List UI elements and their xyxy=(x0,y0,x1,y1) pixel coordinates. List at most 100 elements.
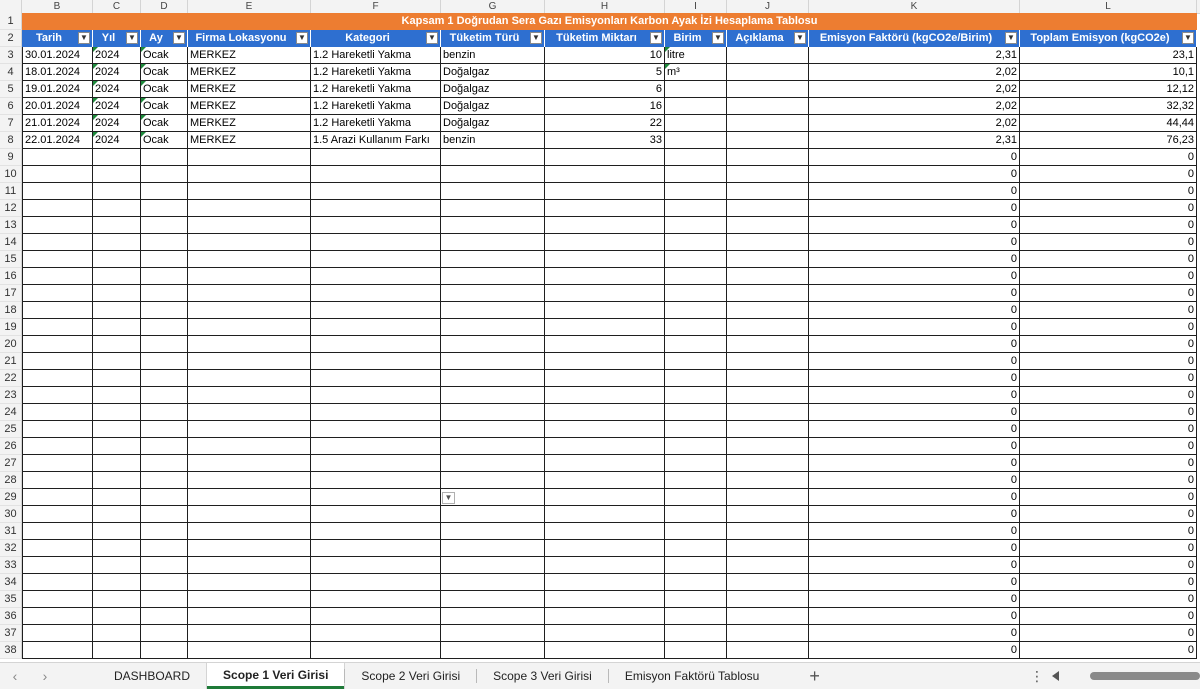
row-number[interactable]: 18 xyxy=(0,302,22,319)
sheet-tab[interactable]: Scope 2 Veri Girisi xyxy=(345,663,476,689)
table-cell[interactable] xyxy=(545,285,665,302)
table-cell[interactable]: 16 xyxy=(545,98,665,115)
table-cell[interactable] xyxy=(441,251,545,268)
row-number[interactable]: 37 xyxy=(0,625,22,642)
table-cell[interactable] xyxy=(93,166,141,183)
row-number[interactable]: 21 xyxy=(0,353,22,370)
table-cell[interactable]: 0 xyxy=(809,251,1020,268)
chevron-down-icon[interactable]: ▼ xyxy=(173,32,185,44)
table-cell[interactable] xyxy=(545,217,665,234)
row-number[interactable]: 26 xyxy=(0,438,22,455)
table-cell[interactable] xyxy=(441,234,545,251)
table-cell[interactable] xyxy=(441,200,545,217)
table-cell[interactable]: 0 xyxy=(1020,217,1197,234)
row-number[interactable]: 28 xyxy=(0,472,22,489)
table-cell[interactable] xyxy=(188,506,311,523)
table-cell[interactable] xyxy=(22,302,93,319)
table-cell[interactable] xyxy=(727,149,809,166)
table-cell[interactable] xyxy=(141,523,188,540)
table-cell[interactable] xyxy=(188,353,311,370)
row-number[interactable]: 5 xyxy=(0,81,22,98)
table-cell[interactable]: 22 xyxy=(545,115,665,132)
table-cell[interactable] xyxy=(311,251,441,268)
table-cell[interactable] xyxy=(545,455,665,472)
row-number[interactable]: 23 xyxy=(0,387,22,404)
table-cell[interactable]: 1.2 Hareketli Yakma xyxy=(311,98,441,115)
table-cell[interactable] xyxy=(727,455,809,472)
table-cell[interactable] xyxy=(665,489,727,506)
table-cell[interactable]: 0 xyxy=(1020,149,1197,166)
chevron-down-icon[interactable]: ▼ xyxy=(1182,32,1194,44)
table-cell[interactable] xyxy=(22,455,93,472)
table-cell[interactable] xyxy=(665,370,727,387)
table-cell[interactable]: 2,02 xyxy=(809,81,1020,98)
table-cell[interactable] xyxy=(22,217,93,234)
table-cell[interactable] xyxy=(441,404,545,421)
table-cell[interactable] xyxy=(93,591,141,608)
table-cell[interactable]: 0 xyxy=(809,540,1020,557)
table-cell[interactable]: 0 xyxy=(1020,608,1197,625)
table-cell[interactable] xyxy=(665,472,727,489)
table-cell[interactable] xyxy=(441,370,545,387)
table-cell[interactable] xyxy=(665,183,727,200)
table-cell[interactable]: 0 xyxy=(809,302,1020,319)
row-number[interactable]: 31 xyxy=(0,523,22,540)
table-cell[interactable]: MERKEZ xyxy=(188,115,311,132)
table-cell[interactable]: 0 xyxy=(809,370,1020,387)
horizontal-scrollbar[interactable] xyxy=(1090,672,1200,680)
table-cell[interactable]: 0 xyxy=(809,642,1020,659)
table-cell[interactable] xyxy=(22,336,93,353)
table-cell[interactable] xyxy=(545,404,665,421)
table-cell[interactable] xyxy=(311,506,441,523)
table-cell[interactable] xyxy=(665,115,727,132)
table-cell[interactable] xyxy=(727,132,809,149)
row-number[interactable]: 22 xyxy=(0,370,22,387)
table-cell[interactable]: 0 xyxy=(1020,642,1197,659)
table-cell[interactable] xyxy=(441,302,545,319)
table-cell[interactable] xyxy=(311,370,441,387)
scroll-left-icon[interactable] xyxy=(1052,671,1059,681)
table-cell[interactable] xyxy=(441,540,545,557)
table-cell[interactable] xyxy=(545,421,665,438)
table-cell[interactable] xyxy=(188,523,311,540)
column-letter-g[interactable]: G xyxy=(441,0,545,13)
table-cell[interactable] xyxy=(188,149,311,166)
table-cell[interactable] xyxy=(727,268,809,285)
table-cell[interactable] xyxy=(727,115,809,132)
table-cell[interactable]: 0 xyxy=(1020,574,1197,591)
table-cell[interactable] xyxy=(727,217,809,234)
table-cell[interactable] xyxy=(93,336,141,353)
table-cell[interactable]: 2024 xyxy=(93,132,141,149)
table-cell[interactable]: 0 xyxy=(1020,404,1197,421)
column-letter-l[interactable]: L xyxy=(1020,0,1197,13)
table-cell[interactable]: 44,44 xyxy=(1020,115,1197,132)
table-cell[interactable]: 10 xyxy=(545,47,665,64)
table-cell[interactable] xyxy=(93,625,141,642)
table-cell[interactable] xyxy=(188,591,311,608)
table-cell[interactable]: 0 xyxy=(809,387,1020,404)
table-cell[interactable]: 0 xyxy=(809,421,1020,438)
table-cell[interactable] xyxy=(311,404,441,421)
table-cell[interactable]: 2,02 xyxy=(809,64,1020,81)
table-cell[interactable] xyxy=(141,217,188,234)
table-cell[interactable] xyxy=(441,285,545,302)
table-cell[interactable] xyxy=(311,421,441,438)
table-cell[interactable]: 0 xyxy=(809,506,1020,523)
table-cell[interactable] xyxy=(311,455,441,472)
table-cell[interactable] xyxy=(188,268,311,285)
table-cell[interactable] xyxy=(545,353,665,370)
table-cell[interactable]: 0 xyxy=(809,455,1020,472)
table-cell[interactable]: 0 xyxy=(809,285,1020,302)
table-cell[interactable] xyxy=(188,608,311,625)
table-cell[interactable] xyxy=(665,540,727,557)
table-cell[interactable] xyxy=(141,234,188,251)
row-number[interactable]: 24 xyxy=(0,404,22,421)
table-cell[interactable] xyxy=(188,200,311,217)
chevron-down-icon[interactable]: ▼ xyxy=(126,32,138,44)
table-cell[interactable] xyxy=(441,353,545,370)
table-cell[interactable] xyxy=(441,217,545,234)
table-cell[interactable] xyxy=(665,591,727,608)
table-cell[interactable]: 0 xyxy=(809,557,1020,574)
table-cell[interactable] xyxy=(545,642,665,659)
table-cell[interactable] xyxy=(188,540,311,557)
